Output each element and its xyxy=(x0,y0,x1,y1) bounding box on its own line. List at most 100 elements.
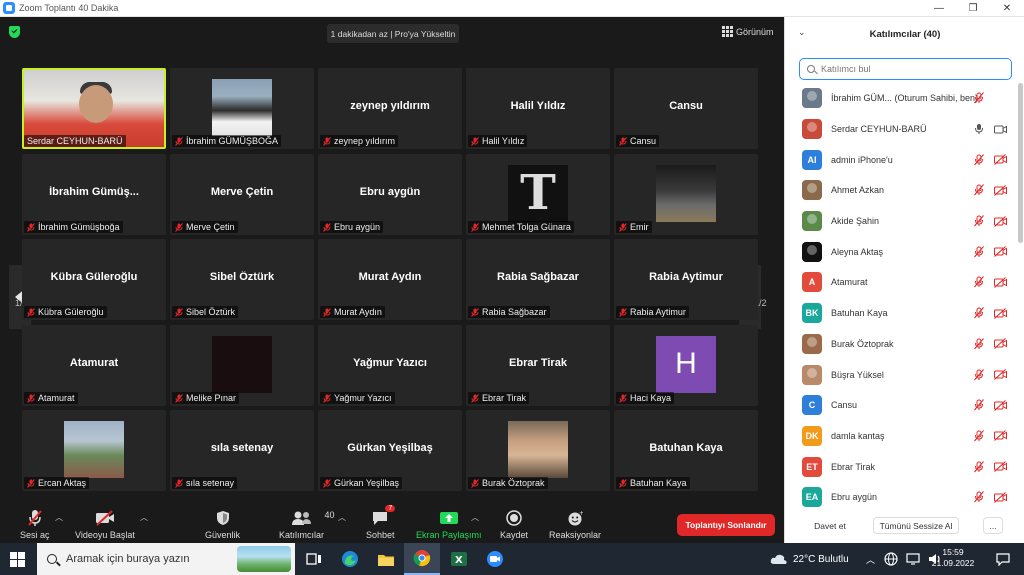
video-tile[interactable]: Yağmur Yazıcı Yağmur Yazıcı xyxy=(318,324,462,406)
maximize-button[interactable]: ❐ xyxy=(956,0,990,17)
video-icon[interactable] xyxy=(994,124,1007,135)
video-tile[interactable]: sıla setenay sıla setenay xyxy=(170,410,314,491)
video-tile[interactable]: Atamurat Atamurat xyxy=(22,324,166,406)
video-tile[interactable]: Ebru aygün Ebru aygün xyxy=(318,153,462,235)
video-off-icon[interactable] xyxy=(994,307,1007,319)
participant-search-input[interactable] xyxy=(821,64,1001,74)
video-off-icon[interactable] xyxy=(994,430,1007,442)
video-off-icon[interactable] xyxy=(994,369,1007,380)
view-button[interactable]: Görünüm xyxy=(722,26,774,37)
mic-muted-icon[interactable] xyxy=(974,245,984,258)
mic-muted-icon[interactable] xyxy=(974,399,984,411)
taskbar-search[interactable]: Aramak için buraya yazın xyxy=(37,543,295,575)
video-off-icon[interactable] xyxy=(994,277,1007,288)
encryption-shield-icon[interactable] xyxy=(9,26,20,38)
video-tile[interactable]: Murat Aydın Murat Aydın xyxy=(318,239,462,320)
mic-muted-icon[interactable] xyxy=(974,460,984,473)
mic-muted-icon[interactable] xyxy=(974,184,984,196)
participant-row[interactable]: Serdar CEYHUN-BARÜ xyxy=(785,114,1024,145)
video-off-icon[interactable] xyxy=(994,246,1007,258)
edge-browser-icon[interactable] xyxy=(332,543,368,575)
participant-row[interactable]: A Atamurat xyxy=(785,267,1024,298)
mic-muted-icon[interactable] xyxy=(974,153,984,166)
video-off-icon[interactable] xyxy=(994,461,1007,473)
mute-all-button[interactable]: Tümünü Sessize Al xyxy=(873,517,959,534)
participant-list-scrollbar[interactable] xyxy=(1018,83,1023,243)
video-tile[interactable]: Kübra Güleroğlu Kübra Güleroğlu xyxy=(22,239,166,320)
chrome-browser-icon[interactable] xyxy=(404,543,440,575)
taskbar-clock[interactable]: 15:59 21.09.2022 xyxy=(928,547,978,569)
participant-row[interactable]: EA Ebru aygün xyxy=(785,482,1024,507)
video-off-icon[interactable] xyxy=(994,184,1007,196)
video-tile[interactable]: Ercan Aktaş xyxy=(22,410,166,491)
invite-button[interactable]: Davet et xyxy=(807,517,853,534)
mic-muted-icon[interactable] xyxy=(974,276,984,288)
end-meeting-button[interactable]: Toplantıyı Sonlandır xyxy=(677,514,775,536)
more-options-button[interactable]: ... xyxy=(983,517,1003,534)
video-tile[interactable]: Cansu Cansu xyxy=(614,68,758,149)
file-explorer-icon[interactable] xyxy=(368,543,404,575)
mic-muted-icon[interactable] xyxy=(974,430,984,442)
participant-row[interactable]: Aleyna Aktaş xyxy=(785,236,1024,267)
video-tile[interactable]: Sibel Öztürk Sibel Öztürk xyxy=(170,239,314,320)
security-button[interactable]: Güvenlik xyxy=(205,509,240,540)
video-tile[interactable]: T Mehmet Tolga Günara xyxy=(466,153,610,235)
share-options-caret-icon[interactable]: ︿ xyxy=(471,512,479,523)
excel-icon[interactable]: X xyxy=(441,543,477,575)
weather-widget[interactable]: 22°C Bulutlu xyxy=(770,543,849,575)
participant-row[interactable]: Ahmet Azkan xyxy=(785,175,1024,206)
chat-button[interactable]: 7 Sohbet xyxy=(366,505,396,540)
participant-row[interactable]: Büşra Yüksel xyxy=(785,359,1024,390)
video-tile[interactable]: İbrahim GÜMÜŞBOĞA xyxy=(170,68,314,149)
participant-search[interactable] xyxy=(799,58,1012,80)
video-tile[interactable]: Emir xyxy=(614,153,758,235)
video-tile[interactable]: Halil Yıldız Halil Yıldız xyxy=(466,68,610,149)
network-status-icon[interactable] xyxy=(906,553,920,565)
task-view-icon[interactable] xyxy=(296,543,332,575)
close-button[interactable]: ✕ xyxy=(990,0,1024,17)
video-tile[interactable]: H Haci Kaya xyxy=(614,324,758,406)
tray-expand-icon[interactable]: ︿ xyxy=(866,553,875,566)
video-tile[interactable]: Gürkan Yeşilbaş Gürkan Yeşilbaş xyxy=(318,410,462,491)
mic-muted-icon[interactable] xyxy=(974,491,984,503)
video-off-icon[interactable] xyxy=(994,399,1007,411)
minimize-button[interactable]: — xyxy=(922,0,956,17)
reactions-button[interactable]: + Reaksiyonlar xyxy=(549,509,601,540)
mic-muted-icon[interactable] xyxy=(974,92,984,104)
participant-row[interactable]: ET Ebrar Tirak xyxy=(785,451,1024,482)
participants-options-caret-icon[interactable]: ︿ xyxy=(338,512,346,523)
video-tile[interactable]: Burak Öztoprak xyxy=(466,410,610,491)
participant-row[interactable]: BK Batuhan Kaya xyxy=(785,298,1024,329)
network-icon[interactable] xyxy=(884,552,898,566)
participant-row[interactable]: AI admin iPhone'u xyxy=(785,144,1024,175)
upgrade-banner[interactable]: 1 dakikadan az | Pro'ya Yükseltin xyxy=(327,24,459,43)
video-off-icon[interactable] xyxy=(994,491,1007,503)
windows-start-icon[interactable] xyxy=(10,552,25,567)
video-tile[interactable]: Batuhan Kaya Batuhan Kaya xyxy=(614,410,758,491)
zoom-taskbar-icon[interactable] xyxy=(477,543,513,575)
mic-muted-icon[interactable] xyxy=(974,368,984,381)
video-tile[interactable]: İbrahim Gümüş... İbrahim Gümüşboğa xyxy=(22,153,166,235)
video-off-icon[interactable] xyxy=(994,154,1007,166)
video-tile[interactable]: Merve Çetin Merve Çetin xyxy=(170,153,314,235)
video-off-icon[interactable] xyxy=(994,215,1007,227)
participant-row[interactable]: Akide Şahin xyxy=(785,206,1024,237)
audio-options-caret-icon[interactable]: ︿ xyxy=(55,512,63,523)
participant-row[interactable]: İbrahim GÜM... (Oturum Sahibi, ben) xyxy=(785,83,1024,114)
video-tile[interactable]: Ebrar Tirak Ebrar Tirak xyxy=(466,324,610,406)
mic-muted-icon[interactable] xyxy=(974,337,984,350)
video-tile[interactable]: zeynep yıldırım zeynep yıldırım xyxy=(318,68,462,149)
mic-icon[interactable] xyxy=(974,123,984,135)
video-options-caret-icon[interactable]: ︿ xyxy=(140,512,148,523)
participant-row[interactable]: C Cansu xyxy=(785,390,1024,421)
mic-muted-icon[interactable] xyxy=(974,215,984,227)
unmute-button[interactable]: Sesi aç xyxy=(20,509,50,540)
mic-muted-icon[interactable] xyxy=(974,307,984,319)
video-tile[interactable]: Rabia Sağbazar Rabia Sağbazar xyxy=(466,239,610,320)
video-off-icon[interactable] xyxy=(994,338,1007,350)
participant-row[interactable]: Burak Öztoprak xyxy=(785,329,1024,360)
participant-row[interactable]: DK damla kantaş xyxy=(785,421,1024,452)
video-tile[interactable]: Rabia Aytimur Rabia Aytimur xyxy=(614,239,758,320)
record-button[interactable]: Kaydet xyxy=(500,509,528,540)
start-video-button[interactable]: Videoyu Başlat xyxy=(75,509,135,540)
